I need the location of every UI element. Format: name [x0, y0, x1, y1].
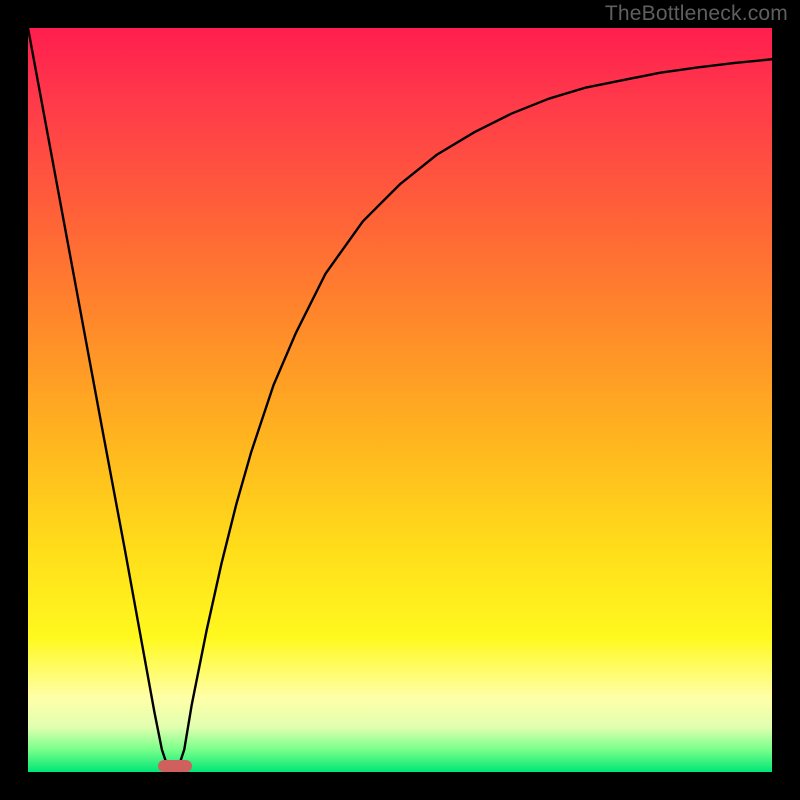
watermark-text: TheBottleneck.com — [605, 2, 788, 26]
chart-container: TheBottleneck.com — [0, 0, 800, 800]
bottleneck-marker — [158, 760, 191, 772]
bottleneck-curve — [28, 28, 772, 772]
plot-area — [28, 28, 772, 772]
curve-layer — [28, 28, 772, 772]
